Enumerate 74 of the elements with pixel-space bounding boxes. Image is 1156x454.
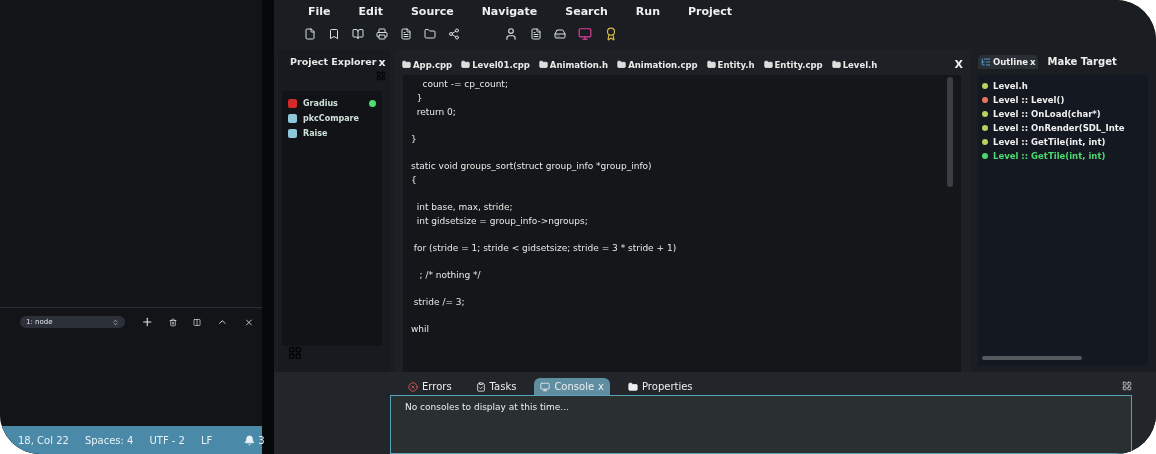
panel-tab[interactable]: Errors [402,378,458,395]
plus-icon[interactable] [140,315,154,329]
printer-icon[interactable] [376,28,388,40]
close-button[interactable]: X [952,58,965,71]
scrollbar[interactable] [982,356,1082,360]
outline-item[interactable]: Level.h [982,81,1144,91]
menu-item[interactable]: File [308,4,331,18]
notification-count: 3 [258,434,265,446]
tree-entry[interactable]: Gradius [282,99,382,108]
menu-item[interactable]: Search [565,4,608,18]
code-line: int base, max, stride; [415,201,514,214]
file-tab[interactable]: Entity.cpp [762,58,824,71]
code-line: static void groups_sort(struct group_info *group_info) [411,160,653,173]
bookmark-icon[interactable] [328,28,340,40]
code-line: count -= cp_count; [421,78,509,91]
folder-icon [628,381,638,392]
monitor-icon[interactable] [578,27,592,41]
split-icon[interactable] [193,317,202,327]
file-tab[interactable]: Animation.cpp [616,58,699,71]
outline-item[interactable]: Level :: OnRender(SDL_Inte [982,123,1144,133]
console-message: No consoles to display at this time... [405,402,569,412]
menu-item[interactable]: Navigate [481,4,538,18]
encoding-label: UTF - 2 [149,434,185,446]
line-ending-label: LF [201,434,213,446]
file-tab[interactable]: Level.h [830,58,879,71]
cursor-position: 18, Col 22 [18,434,69,446]
code-line: return 0; [415,106,457,119]
code-line: { [411,174,418,187]
book-icon[interactable] [352,28,364,40]
close-button[interactable]: x [376,56,388,69]
panel-tab[interactable]: Tasks [469,378,523,395]
outline-item[interactable]: Level :: Level() [982,95,1144,105]
drive-icon[interactable] [554,28,566,40]
bell-icon[interactable] [244,434,256,446]
panel-tab[interactable]: Make Target [1044,54,1120,69]
monitor-icon [540,381,551,392]
menu-item[interactable]: Source [410,4,454,18]
outline-item[interactable]: Level :: OnLoad(char*) [982,109,1144,119]
close-icon[interactable] [244,316,254,328]
error-icon [408,381,418,392]
code-line: int gidsetsize = group_info->ngroups; [415,215,589,228]
clipboard-icon [475,381,486,392]
tree-entry[interactable]: pkcCompare [282,114,382,123]
file-tab[interactable]: App.cpp [401,58,454,71]
network-icon[interactable] [448,28,460,40]
list-icon [981,56,991,67]
page-icon[interactable] [530,28,542,40]
updown-icon [111,318,119,326]
grid-icon[interactable] [1122,381,1132,391]
menu-item[interactable]: Edit [358,4,383,18]
code-line: stride /= 3; [412,296,466,309]
file-tab[interactable]: Level01.cpp [460,58,531,71]
trash-icon[interactable] [169,317,178,327]
indent-setting: Spaces: 4 [84,434,134,446]
scrollbar[interactable] [947,77,953,187]
code-line: } [411,133,418,146]
file-tab[interactable]: Animation.h [537,58,610,71]
outline-item[interactable]: Level :: GetTile(int, int) [982,151,1144,161]
panel-tab[interactable]: Outline x [978,54,1039,69]
panel-title: Project Explorer [290,56,377,69]
code-line: ; /* nothing */ [418,269,482,282]
document-icon[interactable] [400,28,412,40]
badge-icon[interactable] [604,27,618,41]
file-tab[interactable]: Entity.h [705,58,756,71]
panel-tab[interactable]: Properties [622,378,699,395]
menu-item[interactable]: Project [688,4,733,18]
code-line: for (stride = 1; stride < gidsetsize; stride = 3 * stride + 1) [412,242,678,255]
code-line: whil [411,323,431,336]
menu-item[interactable]: Run [635,4,660,18]
user-icon[interactable] [504,27,518,41]
code-line: } [415,92,424,105]
tree-entry[interactable]: Raise [282,129,382,138]
outline-item[interactable]: Level :: GetTile(int, int) [982,137,1144,147]
folder-icon[interactable] [424,28,436,40]
